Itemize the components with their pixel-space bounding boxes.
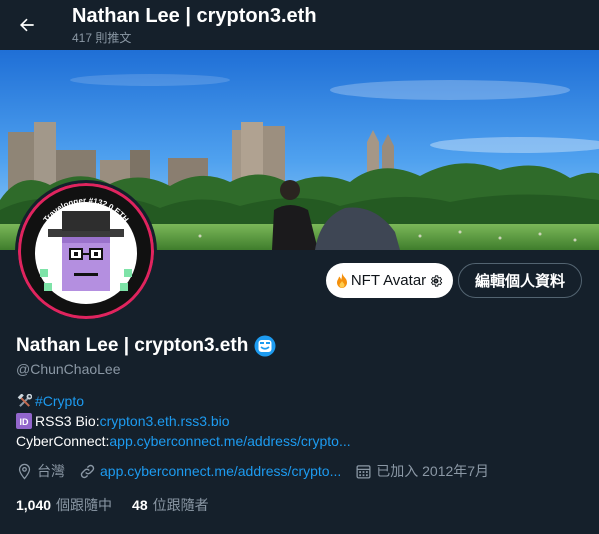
bio-line-rss3: ID RSS3 Bio: crypton3.eth.rss3.bio <box>16 411 351 431</box>
cyberconnect-link[interactable]: app.cyberconnect.me/address/crypto... <box>109 431 350 451</box>
location-pin-icon <box>18 463 31 480</box>
svg-text:ID: ID <box>20 417 30 427</box>
edit-profile-button[interactable]: 編輯個人資料 <box>458 263 582 298</box>
location: 台灣 <box>16 461 65 481</box>
bio-line-cyberconnect: CyberConnect: app.cyberconnect.me/addres… <box>16 431 351 451</box>
calendar-icon <box>356 464 371 479</box>
follow-stats: 1,040 個跟隨中 48 位跟隨者 <box>16 495 229 515</box>
followers-count: 48 <box>132 497 148 513</box>
tweet-count: 417 則推文 <box>72 31 132 45</box>
name-row: Nathan Lee | crypton3.eth <box>16 335 276 357</box>
website: app.cyberconnect.me/address/crypto... <box>79 463 341 480</box>
rss3-link[interactable]: crypton3.eth.rss3.bio <box>100 411 230 431</box>
followers-link[interactable]: 48 位跟隨者 <box>132 495 209 515</box>
header-title: Nathan Lee | crypton3.eth <box>72 5 317 27</box>
hammer-wrench-icon <box>16 393 32 409</box>
avatar[interactable]: Travelogger #132 0 ETH <box>15 180 157 322</box>
profile-header: Nathan Lee | crypton3.eth 417 則推文 <box>0 0 599 50</box>
id-icon: ID <box>16 413 32 429</box>
following-link[interactable]: 1,040 個跟隨中 <box>16 495 112 515</box>
nft-avatar-label: NFT Avatar <box>350 272 427 289</box>
arrow-left-icon <box>20 18 34 32</box>
smiley-badge-icon <box>254 335 276 357</box>
followers-label: 位跟隨者 <box>152 497 209 513</box>
back-button[interactable] <box>14 12 40 38</box>
bio: #Crypto ID RSS3 Bio: crypton3.eth.rss3.b… <box>16 391 351 451</box>
following-count: 1,040 <box>16 497 52 513</box>
user-handle: @ChunChaoLee <box>16 361 121 377</box>
following-label: 個跟隨中 <box>56 497 113 513</box>
crypto-hashtag-link[interactable]: #Crypto <box>35 391 84 411</box>
bio-line-crypto: #Crypto <box>16 391 351 411</box>
join-date: 已加入 2012年7月 <box>355 461 489 481</box>
location-text: 台灣 <box>37 463 65 479</box>
join-date-text: 已加入 2012年7月 <box>376 463 490 479</box>
nft-avatar-button[interactable]: NFT Avatar <box>326 263 453 298</box>
avatar-image: Travelogger #132 0 ETH <box>18 183 154 319</box>
gear-icon <box>431 274 443 287</box>
link-icon <box>80 464 95 478</box>
cyberconnect-label: CyberConnect: <box>16 433 110 449</box>
website-link[interactable]: app.cyberconnect.me/address/crypto... <box>100 463 341 479</box>
flame-icon <box>336 273 347 288</box>
display-name: Nathan Lee | crypton3.eth <box>16 335 249 356</box>
rss3-label: RSS3 Bio: <box>35 413 100 429</box>
profile-meta: 台灣 app.cyberconnect.me/address/crypto...… <box>16 461 503 481</box>
